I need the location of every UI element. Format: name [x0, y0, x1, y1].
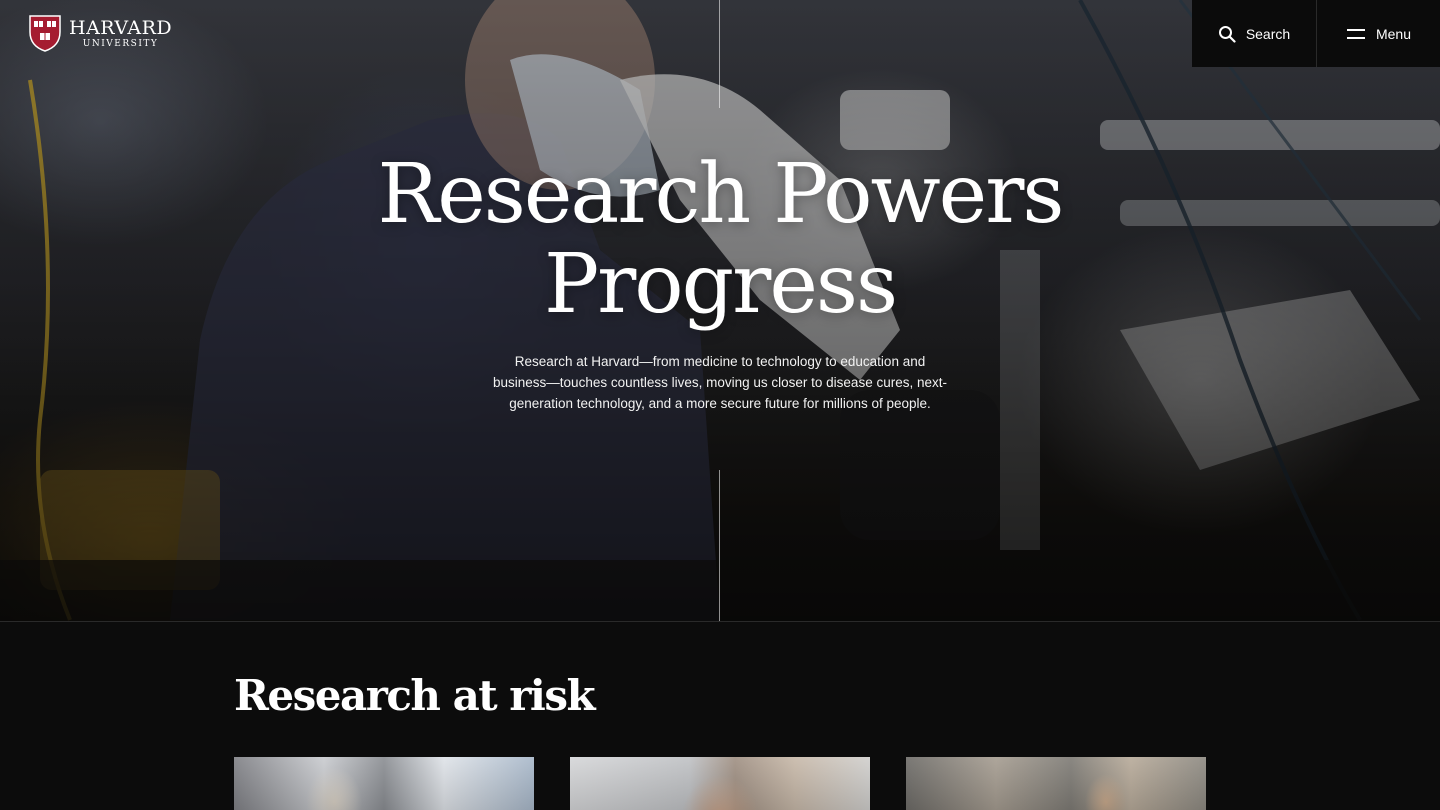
hero-title-line1: Research Powers: [377, 147, 1065, 242]
hero-description: Research at Harvard—from medicine to tec…: [493, 354, 947, 411]
search-button[interactable]: Search: [1192, 0, 1317, 67]
section-title: Research at risk: [234, 671, 596, 720]
menu-label: Menu: [1375, 25, 1412, 42]
logo-text: HARVARD UNIVERSITY: [69, 17, 172, 50]
hero-divider-top: [719, 0, 720, 108]
search-icon: [1218, 25, 1236, 43]
logo-subtitle: UNIVERSITY: [82, 38, 159, 49]
harvard-logo-link[interactable]: HARVARD UNIVERSITY: [28, 14, 172, 52]
logo-name: HARVARD: [69, 16, 173, 39]
card-image-shade: [234, 757, 534, 810]
menu-button[interactable]: Menu: [1317, 0, 1440, 67]
research-at-risk-section: Research at risk: [0, 621, 1440, 810]
card-image-shade: [906, 757, 1206, 810]
story-card-image[interactable]: [906, 757, 1206, 810]
menu-icon: [1346, 28, 1365, 39]
search-label: Search: [1245, 25, 1291, 42]
story-card-image[interactable]: [234, 757, 534, 810]
story-card-image[interactable]: [570, 757, 870, 810]
page: Research Powers Progress Research at Har…: [0, 0, 1440, 810]
hero-title-line2: Progress: [543, 237, 898, 332]
top-nav: Search Menu: [1192, 0, 1440, 67]
hero-divider-bottom: [719, 470, 720, 621]
harvard-shield-icon: [29, 15, 61, 52]
hero-title: Research Powers Progress: [0, 150, 1440, 330]
card-image-shade: [570, 757, 870, 810]
hero-section: Research Powers Progress Research at Har…: [0, 0, 1440, 621]
